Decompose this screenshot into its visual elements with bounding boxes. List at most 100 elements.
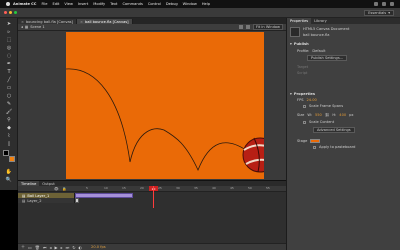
timeline-panel: 👁 🔒 5 10 15 20 25 30 35 40 45 50 55 20 ▤… — [18, 186, 286, 250]
fps-value[interactable]: 24.00 — [307, 98, 317, 102]
delete-layer-icon[interactable]: 🗑 — [35, 245, 40, 250]
advanced-settings-row: Advanced Settings — [313, 127, 355, 133]
layer-icon: ▤ — [22, 198, 26, 203]
height-value[interactable]: 400 — [339, 113, 346, 117]
zoom-tool-icon[interactable]: 🔍 — [3, 176, 15, 183]
layer-frames[interactable] — [74, 198, 286, 203]
fill-color-swatch[interactable] — [9, 156, 15, 162]
selection-tool-icon[interactable]: ➤ — [3, 20, 15, 27]
publish-section-header[interactable]: ▾ Publish — [290, 42, 309, 46]
tools-panel: ➤ ▹ ⬚ ◎ ◌ ✒ T ╱ ▭ ○ ✎ 🖌 ⚲ ◆ ⌇ ▯ ✋ 🔍 — [0, 18, 18, 190]
menu-modify[interactable]: Modify — [93, 2, 105, 6]
minimize-window-button[interactable] — [9, 11, 12, 14]
basketball[interactable] — [242, 137, 264, 173]
doc-tab-label: bouncing ball.fla [Canvas] — [26, 19, 73, 24]
eyedropper-tool-icon[interactable]: ⌇ — [3, 132, 15, 139]
onion-skin-icon[interactable]: ◐ — [79, 245, 83, 250]
apple-icon[interactable] — [6, 2, 10, 6]
tab-library[interactable]: Library — [311, 18, 330, 24]
layer-name-cell[interactable]: ▤ Layer_2 — [18, 198, 74, 203]
scale-spans-row: Scale Frame Spans — [303, 104, 343, 108]
loop-icon[interactable]: ↻ — [72, 245, 75, 250]
new-layer-icon[interactable]: ＋ — [21, 244, 25, 250]
width-value[interactable]: 550 — [315, 113, 322, 117]
subselection-tool-icon[interactable]: ▹ — [3, 28, 15, 35]
first-frame-icon[interactable]: ⏮ — [43, 245, 47, 250]
layer-name[interactable]: Ball Layer_1 — [27, 194, 49, 198]
edit-bar-tools: Fit in Window — [239, 24, 283, 30]
menu-help[interactable]: Help — [202, 2, 210, 6]
ruler-tick: 25 — [158, 186, 162, 190]
lock-icon[interactable]: 🔒 — [62, 187, 66, 191]
close-tab-icon[interactable]: × — [80, 20, 83, 24]
play-icon[interactable]: ▶ — [54, 245, 57, 250]
menu-commands[interactable]: Commands — [122, 2, 142, 6]
close-window-button[interactable] — [4, 11, 7, 14]
menu-file[interactable]: File — [41, 2, 47, 6]
rectangle-tool-icon[interactable]: ▭ — [3, 84, 15, 91]
link-icon[interactable]: ⛓ — [325, 113, 330, 117]
menu-window[interactable]: Window — [183, 2, 197, 6]
menu-insert[interactable]: Insert — [78, 2, 88, 6]
frame-ruler[interactable]: 5 10 15 20 25 30 35 40 45 50 55 20 — [74, 186, 286, 208]
tab-properties[interactable]: Properties — [287, 18, 312, 24]
text-tool-icon[interactable]: T — [3, 68, 15, 75]
stage[interactable] — [66, 32, 264, 179]
profile-label: Profile: — [297, 49, 310, 53]
advanced-settings-button[interactable]: Advanced Settings — [313, 127, 355, 133]
battery-icon[interactable] — [382, 2, 386, 6]
eraser-tool-icon[interactable]: ▯ — [3, 140, 15, 147]
menu-text[interactable]: Text — [110, 2, 117, 6]
free-transform-tool-icon[interactable]: ⬚ — [3, 36, 15, 43]
edit-scene-icon[interactable] — [239, 25, 244, 29]
properties-section-header[interactable]: ▾ Properties — [290, 92, 315, 96]
stage-artwork — [66, 68, 264, 173]
last-frame-icon[interactable]: ⏭ — [66, 245, 70, 250]
oval-tool-icon[interactable]: ○ — [3, 92, 15, 99]
menu-debug[interactable]: Debug — [166, 2, 178, 6]
hand-tool-icon[interactable]: ✋ — [3, 168, 15, 175]
stage-label: Stage — [297, 139, 308, 143]
new-folder-icon[interactable]: ▭ — [28, 245, 32, 250]
edit-symbol-icon[interactable] — [246, 25, 251, 29]
scene-label[interactable]: Scene 1 — [30, 25, 44, 29]
layer-name[interactable]: Layer_2 — [27, 199, 41, 203]
apply-pasteboard-checkbox[interactable] — [313, 145, 316, 149]
menu-view[interactable]: View — [64, 2, 73, 6]
menu-edit[interactable]: Edit — [52, 2, 59, 6]
script-label: Script — [297, 71, 308, 75]
step-forward-icon[interactable]: ▸ — [61, 245, 63, 250]
layer-row[interactable]: ▤ Layer_2 — [18, 198, 286, 203]
step-back-icon[interactable]: ◂ — [49, 245, 51, 250]
stage-color-swatch[interactable] — [310, 139, 321, 143]
scale-spans-checkbox[interactable] — [303, 104, 306, 108]
keyframe[interactable] — [75, 198, 79, 203]
target-row: Target — [297, 65, 308, 69]
pencil-tool-icon[interactable]: ✎ — [3, 100, 15, 107]
close-tab-icon[interactable]: × — [21, 20, 24, 24]
back-arrow-icon[interactable]: ◂ — [21, 25, 23, 29]
eye-icon[interactable]: 👁 — [54, 187, 59, 191]
fps-readout: 20.0 fps — [91, 245, 106, 249]
line-tool-icon[interactable]: ╱ — [3, 76, 15, 83]
menu-app[interactable]: Animate CC — [13, 2, 36, 6]
wifi-icon[interactable] — [374, 2, 378, 6]
bone-tool-icon[interactable]: ⚲ — [3, 116, 15, 123]
properties-panel: Properties Library HTML5 Canvas Document… — [286, 18, 400, 250]
workspace-switcher[interactable]: Essentials ▾ — [364, 10, 394, 16]
lasso-tool-icon[interactable]: ◌ — [3, 52, 15, 59]
menu-control[interactable]: Control — [148, 2, 161, 6]
3d-rotation-tool-icon[interactable]: ◎ — [3, 44, 15, 51]
paint-bucket-tool-icon[interactable]: ◆ — [3, 124, 15, 131]
target-label: Target — [297, 65, 309, 69]
pen-tool-icon[interactable]: ✒ — [3, 60, 15, 67]
maximize-window-button[interactable] — [14, 11, 17, 14]
zoom-select[interactable]: Fit in Window — [253, 24, 283, 30]
scale-content-checkbox[interactable] — [303, 120, 306, 124]
brush-tool-icon[interactable]: 🖌 — [3, 108, 15, 115]
px-unit: px — [349, 113, 354, 117]
profile-value[interactable]: Default — [312, 49, 325, 53]
search-icon[interactable] — [390, 2, 394, 6]
publish-settings-button[interactable]: Publish Settings... — [307, 55, 348, 61]
bounce-motion-path[interactable] — [66, 68, 247, 172]
